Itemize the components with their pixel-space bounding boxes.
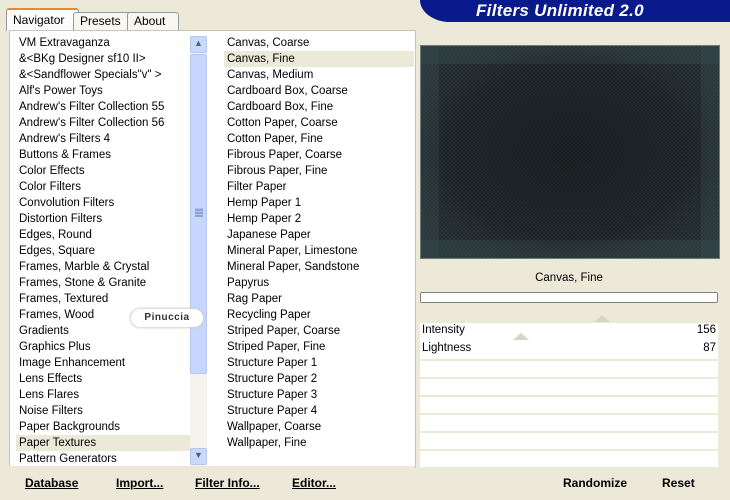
import-button[interactable]: Import... <box>116 474 163 492</box>
intensity-thumb[interactable] <box>593 315 610 322</box>
list-item[interactable]: Edges, Square <box>16 243 196 259</box>
list-item[interactable]: Frames, Marble & Crystal <box>16 259 196 275</box>
category-scrollbar[interactable]: ▲ ▬ ▬ ▬ ▼ <box>190 36 207 466</box>
progress-fill <box>421 293 717 302</box>
database-button[interactable]: Database <box>25 474 78 492</box>
list-item[interactable]: Pattern Generators <box>16 451 196 467</box>
empty-slider-row <box>420 433 718 449</box>
list-item[interactable]: Lens Flares <box>16 387 196 403</box>
lightness-thumb[interactable] <box>513 333 530 340</box>
lightness-value: 87 <box>703 342 716 354</box>
filter-info-button[interactable]: Filter Info... <box>195 474 260 492</box>
chevron-up-icon: ▲ <box>194 38 203 48</box>
category-list[interactable]: VM Extravaganza &<BKg Designer sf10 II> &<… <box>16 35 196 467</box>
chevron-down-icon: ▼ <box>194 450 203 460</box>
list-item[interactable]: Image Enhancement <box>16 355 196 371</box>
list-item[interactable]: Structure Paper 1 <box>224 355 414 371</box>
list-item[interactable]: Structure Paper 2 <box>224 371 414 387</box>
grip-icon: ▬ ▬ ▬ <box>195 204 203 219</box>
list-item[interactable]: Rag Paper <box>224 291 414 307</box>
list-item[interactable]: Cardboard Box, Coarse <box>224 83 414 99</box>
empty-slider-row <box>420 451 718 467</box>
list-item[interactable]: Alf's Power Toys <box>16 83 196 99</box>
current-filter-label: Canvas, Fine <box>535 272 603 284</box>
reset-button[interactable]: Reset <box>662 474 695 492</box>
list-item[interactable]: Edges, Round <box>16 227 196 243</box>
preview-image <box>420 45 720 259</box>
list-item[interactable]: Lens Effects <box>16 371 196 387</box>
empty-slider-row <box>420 379 718 395</box>
list-item[interactable]: Striped Paper, Coarse <box>224 323 414 339</box>
list-item[interactable]: Striped Paper, Fine <box>224 339 414 355</box>
list-item[interactable]: Andrew's Filter Collection 55 <box>16 99 196 115</box>
intensity-value: 156 <box>696 324 716 336</box>
list-item[interactable]: Canvas, Coarse <box>224 35 414 51</box>
empty-slider-row <box>420 397 718 413</box>
list-item[interactable]: Andrew's Filter Collection 56 <box>16 115 196 131</box>
list-item[interactable]: Hemp Paper 2 <box>224 211 414 227</box>
intensity-label: Intensity <box>422 324 465 336</box>
list-item[interactable]: Recycling Paper <box>224 307 414 323</box>
scroll-up-button[interactable]: ▲ <box>190 36 207 53</box>
tab-presets[interactable]: Presets <box>73 12 135 30</box>
list-item[interactable]: Cotton Paper, Coarse <box>224 115 414 131</box>
list-item[interactable]: VM Extravaganza <box>16 35 196 51</box>
list-item[interactable]: Hemp Paper 1 <box>224 195 414 211</box>
filter-list[interactable]: Canvas, Coarse Canvas, Fine Canvas, Medium… <box>224 35 414 451</box>
list-item[interactable]: Papyrus <box>224 275 414 291</box>
tab-navigator[interactable]: Navigator <box>6 8 79 31</box>
app-title: Filters Unlimited 2.0 <box>476 1 644 20</box>
list-item[interactable]: &<Sandflower Specials"v" > <box>16 67 196 83</box>
list-item[interactable]: Noise Filters <box>16 403 196 419</box>
list-item[interactable]: Color Effects <box>16 163 196 179</box>
randomize-button[interactable]: Randomize <box>563 474 627 492</box>
canvas-texture-preview <box>421 46 719 258</box>
list-item[interactable]: Paper Backgrounds <box>16 419 196 435</box>
list-item[interactable]: Frames, Textured <box>16 291 196 307</box>
list-item[interactable]: Color Filters <box>16 179 196 195</box>
editor-button[interactable]: Editor... <box>292 474 336 492</box>
empty-slider-row <box>420 415 718 431</box>
list-item[interactable]: Cardboard Box, Fine <box>224 99 414 115</box>
list-item[interactable]: &<BKg Designer sf10 II> <box>16 51 196 67</box>
list-item[interactable]: Distortion Filters <box>16 211 196 227</box>
lightness-label: Lightness <box>422 342 472 354</box>
list-item[interactable]: Cotton Paper, Fine <box>224 131 414 147</box>
list-item[interactable]: Mineral Paper, Limestone <box>224 243 414 259</box>
progress-bar <box>420 292 718 303</box>
intensity-slider[interactable]: Intensity 156 <box>420 315 718 341</box>
list-item[interactable]: Frames, Stone & Granite <box>16 275 196 291</box>
list-item[interactable]: Graphics Plus <box>16 339 196 355</box>
list-item[interactable]: Mineral Paper, Sandstone <box>224 259 414 275</box>
list-item[interactable]: Canvas, Fine <box>224 51 414 67</box>
list-item[interactable]: Filter Paper <box>224 179 414 195</box>
watermark-stamp: Pinuccia <box>131 309 203 327</box>
list-item[interactable]: Japanese Paper <box>224 227 414 243</box>
list-item[interactable]: Fibrous Paper, Coarse <box>224 147 414 163</box>
empty-slider-row <box>420 361 718 377</box>
list-item[interactable]: Wallpaper, Coarse <box>224 419 414 435</box>
list-item[interactable]: Buttons & Frames <box>16 147 196 163</box>
list-item[interactable]: Canvas, Medium <box>224 67 414 83</box>
tab-about[interactable]: About <box>127 12 179 30</box>
scroll-down-button[interactable]: ▼ <box>190 448 207 465</box>
list-item[interactable]: Andrew's Filters 4 <box>16 131 196 147</box>
list-item[interactable]: Convolution Filters <box>16 195 196 211</box>
lightness-slider[interactable]: Lightness 87 <box>420 333 718 359</box>
list-item[interactable]: Structure Paper 3 <box>224 387 414 403</box>
list-item[interactable]: Structure Paper 4 <box>224 403 414 419</box>
list-item[interactable]: Paper Textures <box>16 435 196 451</box>
list-item[interactable]: Wallpaper, Fine <box>224 435 414 451</box>
list-item[interactable]: Fibrous Paper, Fine <box>224 163 414 179</box>
navigator-panel: VM Extravaganza &<BKg Designer sf10 II> &<… <box>9 30 416 468</box>
